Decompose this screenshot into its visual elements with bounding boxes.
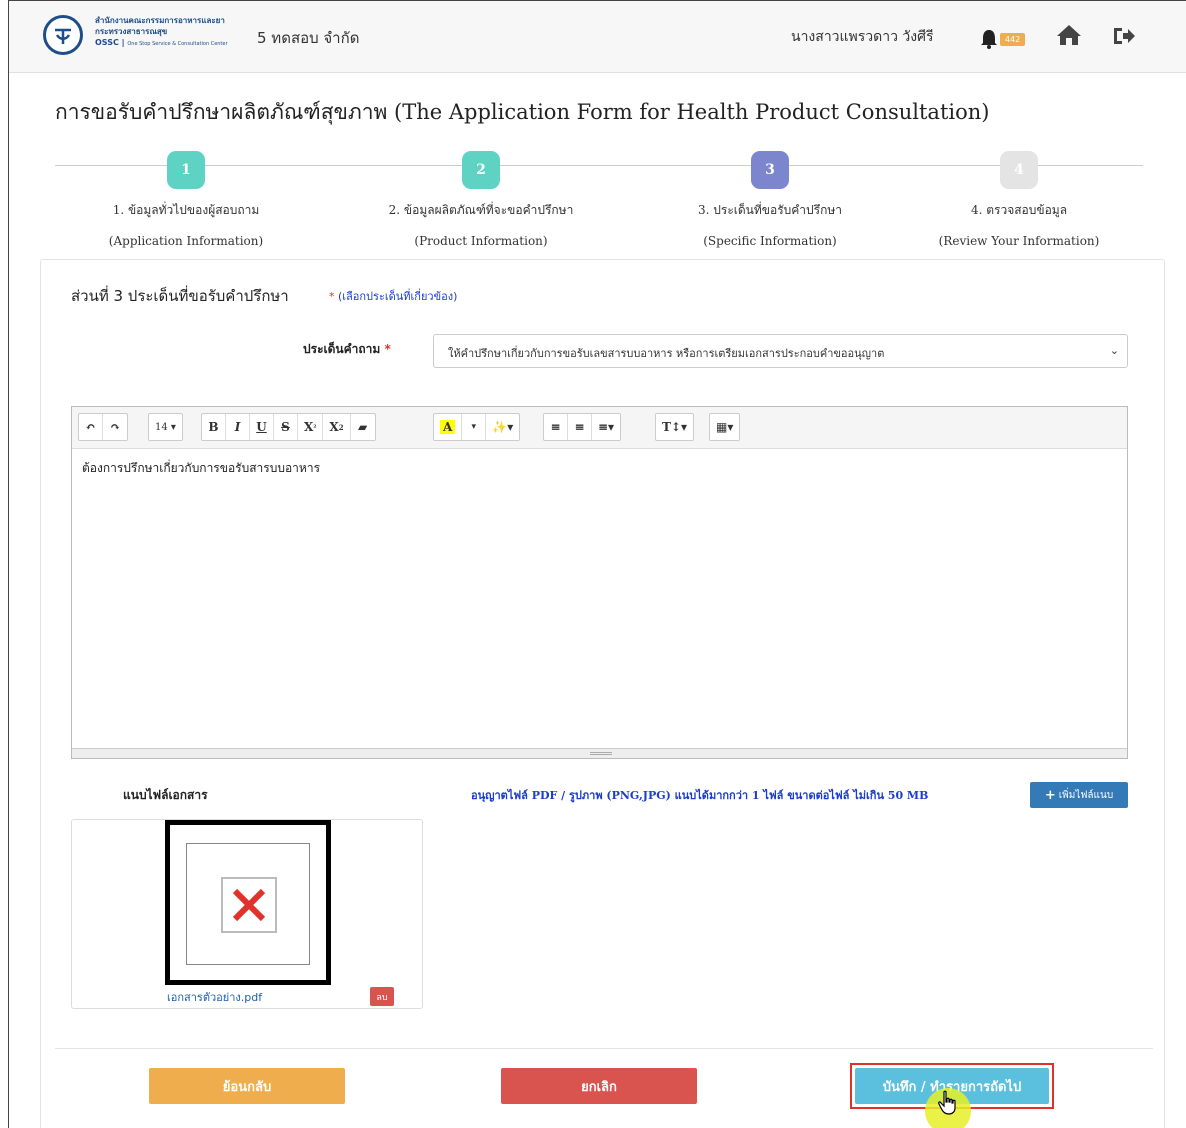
- step-2-circle: 2: [462, 151, 500, 189]
- plus-icon: +: [1044, 787, 1056, 803]
- subscript-icon[interactable]: X2: [323, 414, 351, 440]
- broken-image-icon: [221, 877, 277, 933]
- attachment-card: เอกสารตัวอย่าง.pdf ลบ: [71, 819, 423, 1009]
- line-height-icon[interactable]: T↕▾: [656, 414, 693, 440]
- add-attachment-button[interactable]: + เพิ่มไฟล์แนบ: [1030, 782, 1128, 808]
- form-panel: ส่วนที่ 3 ประเด็นที่ขอรับคำปรึกษา * (เลื…: [40, 259, 1165, 1128]
- list-group: ≡ ≡ ≡▾: [543, 413, 622, 441]
- line-height-group: T↕▾: [655, 413, 695, 441]
- superscript-icon[interactable]: X²: [298, 414, 324, 440]
- step-4-label: 4. ตรวจสอบข้อมูล: [970, 203, 1068, 217]
- agency-logo-text: สำนักงานคณะกรรมการอาหารและยา กระทรวงสาธา…: [95, 15, 245, 50]
- delete-file-button[interactable]: ลบ: [370, 987, 394, 1006]
- table-group: ▦▾: [709, 413, 741, 441]
- agency-name: สำนักงานคณะกรรมการอาหารและยา: [95, 16, 225, 25]
- undo-icon[interactable]: ↶: [79, 414, 103, 440]
- step-3-circle: 3: [751, 151, 789, 189]
- editor-toolbar: ↶ ↷ 14 ▾ B I U S X² X2 ▰ A ▾ ✨▾ ≡ ≡ ≡▾ T…: [72, 407, 1127, 449]
- step-4-sublabel: (Review Your Information): [938, 234, 1100, 248]
- required-star: *: [384, 342, 391, 356]
- add-attachment-label: เพิ่มไฟล์แนบ: [1058, 789, 1114, 801]
- font-size-value: 14: [155, 421, 168, 433]
- editor-content[interactable]: ต้องการปรึกษาเกี่ยวกับการขอรับสารบบอาหาร: [72, 449, 1127, 747]
- bold-icon[interactable]: B: [202, 414, 226, 440]
- ossc-label: OSSC: [95, 38, 119, 47]
- step-2: 2 2. ข้อมูลผลิตภัณฑ์ที่จะขอคำปรึกษา (Pro…: [331, 151, 631, 248]
- step-2-sublabel: (Product Information): [414, 234, 548, 248]
- align-icon[interactable]: ≡▾: [592, 414, 620, 440]
- underline-icon[interactable]: U: [250, 414, 274, 440]
- step-4: 4 4. ตรวจสอบข้อมูล (Review Your Informat…: [869, 151, 1169, 248]
- step-1-label: 1. ข้อมูลทั่วไปของผู้สอบถาม: [112, 203, 260, 217]
- italic-icon[interactable]: I: [226, 414, 250, 440]
- question-select[interactable]: ให้คำปรึกษาเกี่ยวกับการขอรับเลขสารบบอาหา…: [433, 334, 1128, 368]
- question-label: ประเด็นคำถาม *: [303, 340, 391, 359]
- grip-icon: [590, 752, 612, 755]
- eraser-icon[interactable]: ▰: [351, 414, 375, 440]
- hand-cursor-icon: [937, 1090, 959, 1120]
- unordered-list-icon[interactable]: ≡: [568, 414, 592, 440]
- app-window: สำนักงานคณะกรรมการอาหารและยา กระทรวงสาธา…: [8, 0, 1186, 1128]
- history-group: ↶ ↷: [78, 413, 128, 441]
- step-1-circle: 1: [167, 151, 205, 189]
- step-2-label: 2. ข้อมูลผลิตภัณฑ์ที่จะขอคำปรึกษา: [388, 203, 574, 217]
- page-title: การขอรับคำปรึกษาผลิตภัณฑ์สุขภาพ (The App…: [55, 100, 990, 124]
- text-color-icon[interactable]: A: [434, 414, 463, 440]
- ordered-list-icon[interactable]: ≡: [544, 414, 568, 440]
- strikethrough-icon[interactable]: S: [274, 414, 298, 440]
- user-name: นางสาวแพรวดาว วังศีรี: [791, 29, 934, 45]
- color-group: A ▾ ✨▾: [433, 413, 521, 441]
- ossc-full: One Stop Service & Consultation Center: [127, 41, 228, 47]
- editor-resize-handle[interactable]: [72, 748, 1127, 758]
- step-4-circle: 4: [1000, 151, 1038, 189]
- company-name: 5 ทดสอบ จำกัด: [257, 29, 360, 47]
- rich-text-editor: ↶ ↷ 14 ▾ B I U S X² X2 ▰ A ▾ ✨▾ ≡ ≡ ≡▾ T…: [71, 406, 1128, 759]
- logout-icon[interactable]: [1112, 26, 1136, 50]
- attachments-note: อนุญาตไฟล์ PDF / รูปภาพ (PNG,JPG) แนบได้…: [471, 789, 929, 802]
- section-title: ส่วนที่ 3 ประเด็นที่ขอรับคำปรึกษา: [71, 287, 289, 305]
- step-1-sublabel: (Application Information): [108, 234, 264, 248]
- ministry-name: กระทรวงสาธารณสุข: [95, 27, 168, 36]
- chevron-down-icon: ⌄: [1109, 344, 1119, 357]
- file-thumbnail[interactable]: [165, 820, 331, 985]
- question-label-text: ประเด็นคำถาม: [303, 342, 381, 356]
- home-icon[interactable]: [1055, 23, 1083, 51]
- step-1: 1 1. ข้อมูลทั่วไปของผู้สอบถาม (Applicati…: [36, 151, 336, 248]
- question-selected-value: ให้คำปรึกษาเกี่ยวกับการขอรับเลขสารบบอาหา…: [448, 347, 885, 360]
- redo-icon[interactable]: ↷: [103, 414, 127, 440]
- thumbnail-frame: [186, 843, 310, 965]
- section-note: * (เลือกประเด็นที่เกี่ยวข้อง): [329, 287, 457, 305]
- required-star: *: [329, 290, 335, 303]
- font-size-group: 14 ▾: [148, 413, 183, 441]
- notification-badge[interactable]: 442: [1000, 33, 1026, 46]
- table-icon[interactable]: ▦▾: [710, 414, 739, 440]
- cancel-button[interactable]: ยกเลิก: [501, 1068, 697, 1104]
- bell-icon[interactable]: [979, 29, 999, 53]
- fda-logo-icon[interactable]: [43, 15, 83, 55]
- section-note-text: (เลือกประเด็นที่เกี่ยวข้อง): [338, 290, 458, 303]
- file-name-link[interactable]: เอกสารตัวอย่าง.pdf: [167, 988, 262, 1006]
- format-group: B I U S X² X2 ▰: [201, 413, 376, 441]
- back-button[interactable]: ย้อนกลับ: [149, 1068, 345, 1104]
- footer-divider: [55, 1048, 1153, 1049]
- font-size-dropdown[interactable]: 14 ▾: [149, 414, 182, 440]
- magic-wand-icon[interactable]: ✨▾: [486, 414, 519, 440]
- attachments-label: แนบไฟล์เอกสาร: [123, 788, 208, 802]
- top-header: สำนักงานคณะกรรมการอาหารและยา กระทรวงสาธา…: [9, 1, 1186, 73]
- color-dropdown-icon[interactable]: ▾: [462, 414, 487, 440]
